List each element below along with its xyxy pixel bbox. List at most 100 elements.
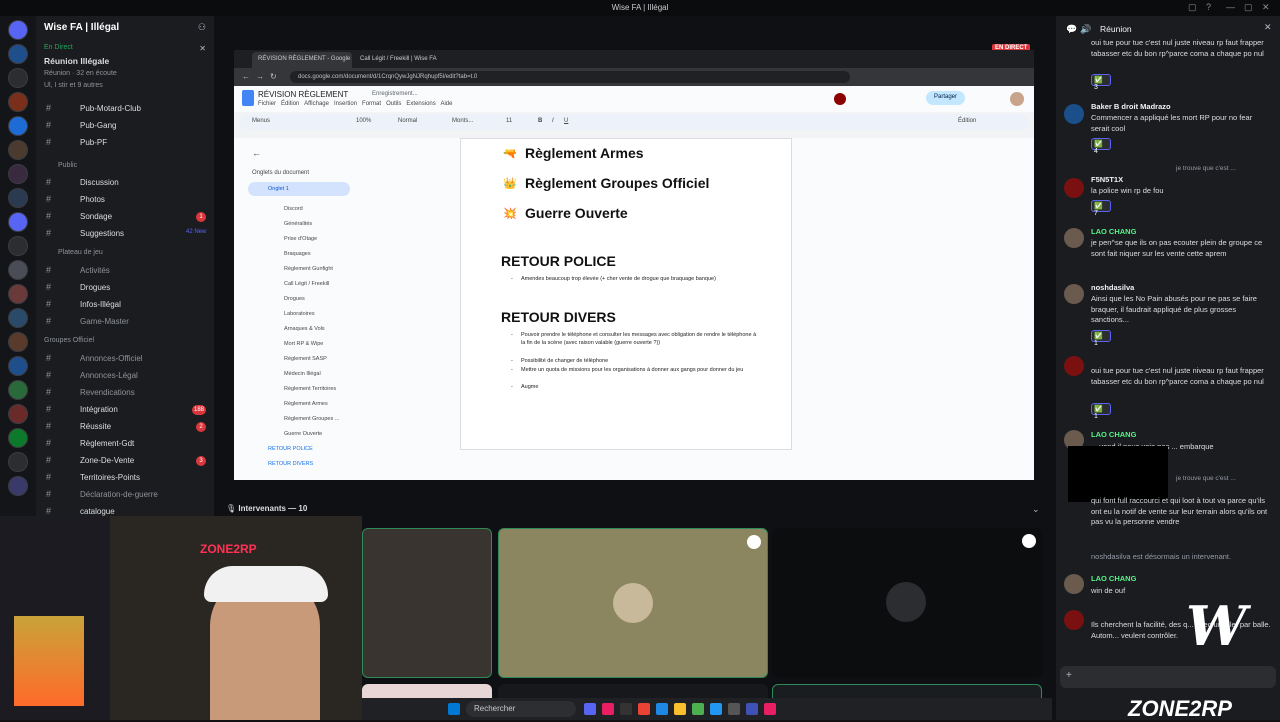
category-public[interactable]: Public [58, 162, 77, 169]
channel-item[interactable]: Déclaration-de-guerre [80, 490, 158, 499]
server-icon[interactable] [8, 236, 28, 256]
channel-item[interactable]: Réussite [80, 422, 111, 431]
channel-suggestions[interactable]: Suggestions [80, 229, 124, 238]
outline-item[interactable]: Règlement Gunfight [284, 266, 333, 272]
bold-icon[interactable]: B [538, 118, 542, 124]
add-user-icon[interactable]: ⚇ [198, 22, 206, 33]
server-icon[interactable] [8, 356, 28, 376]
close-button[interactable]: ✕ [1262, 2, 1270, 13]
browser-tab[interactable]: Call Légit / Freekill | Wise FA [354, 52, 454, 68]
server-icon[interactable] [8, 428, 28, 448]
channel-item[interactable]: Activités [80, 266, 110, 275]
forward-icon[interactable]: → [256, 72, 264, 81]
menu-tools[interactable]: Outils [386, 101, 401, 107]
server-icon[interactable] [8, 140, 28, 160]
channel-item[interactable]: Revendications [80, 388, 135, 397]
back-arrow-icon[interactable]: ← [252, 148, 261, 158]
server-icon[interactable] [8, 44, 28, 64]
font-size-field[interactable]: 11 [506, 118, 512, 124]
avatar[interactable] [1064, 228, 1084, 248]
chat-input[interactable]: + [1060, 666, 1276, 688]
outline-item[interactable]: Braquages [284, 251, 311, 257]
reply-preview[interactable]: je trouve que c'est ... [1176, 164, 1272, 175]
discord-home-icon[interactable] [8, 20, 28, 40]
chevron-down-icon[interactable]: ⌄ [1032, 504, 1040, 515]
explorer-icon[interactable] [674, 703, 686, 715]
close-icon[interactable]: ✕ [199, 44, 206, 53]
taskbar-search[interactable]: Rechercher [466, 701, 576, 717]
outline-item[interactable]: Médecin Illégal [284, 371, 321, 377]
back-icon[interactable]: ← [242, 72, 250, 81]
browser-tab[interactable]: RÉVISION RÈGLEMENT - Google Docs [252, 52, 352, 68]
minimize-button[interactable]: — [1226, 2, 1235, 12]
app-icon[interactable] [728, 703, 740, 715]
menu-insert[interactable]: Insertion [334, 101, 357, 107]
help-icon[interactable]: ? [1206, 2, 1211, 12]
server-icon[interactable] [8, 308, 28, 328]
font-select[interactable]: Monts... [452, 118, 473, 124]
channel-item[interactable]: Pub-PF [80, 138, 107, 147]
server-icon[interactable] [8, 332, 28, 352]
channel-item[interactable]: Pub-Gang [80, 121, 116, 130]
reaction[interactable]: ✅ 1 [1091, 403, 1111, 420]
avatar[interactable] [1010, 92, 1024, 106]
menu-view[interactable]: Affichage [304, 101, 329, 107]
menu-file[interactable]: Fichier [258, 101, 276, 107]
reaction[interactable]: ✅ 3 [1091, 74, 1111, 91]
outline-item[interactable]: Règlement Territoires [284, 386, 336, 392]
server-icon[interactable] [8, 380, 28, 400]
maximize-button[interactable]: ▢ [1244, 2, 1253, 13]
menus-search[interactable]: Menus [252, 118, 270, 124]
server-icon[interactable] [8, 212, 28, 232]
server-icon[interactable] [8, 284, 28, 304]
server-icon[interactable] [8, 260, 28, 280]
tab-onglet-1[interactable]: Onglet 1 [248, 182, 350, 196]
outline-item[interactable]: Prise d'Otage [284, 236, 317, 242]
username[interactable]: Baker B droit Madrazo [1091, 102, 1171, 111]
category-plateau[interactable]: Plateau de jeu [58, 249, 103, 256]
outline-item[interactable]: Laboratoires [284, 311, 315, 317]
username[interactable]: LAO CHANG [1091, 430, 1136, 439]
participant-tile[interactable] [362, 528, 492, 678]
inbox-icon[interactable]: ▢ [1188, 2, 1197, 13]
doc-page[interactable]: 🔫 Règlement Armes 👑 Règlement Groupes Of… [460, 138, 792, 450]
windows-start-icon[interactable] [448, 703, 460, 715]
reply-preview[interactable]: je trouve que c'est ... [1176, 474, 1272, 485]
channel-item[interactable]: Game-Master [80, 317, 129, 326]
outline-item[interactable]: Guerre Ouverte [284, 431, 322, 437]
channel-item[interactable]: Intégration [80, 405, 118, 414]
menu-format[interactable]: Format [362, 101, 381, 107]
channel-item[interactable]: Drogues [80, 283, 110, 292]
channel-item[interactable]: Infos-Illégal [80, 300, 121, 309]
server-icon[interactable] [8, 404, 28, 424]
channel-item[interactable]: Annonces-Officiel [80, 354, 143, 363]
doc-title[interactable]: RÉVISION RÈGLEMENT [258, 90, 348, 99]
outline-item[interactable]: Discord [284, 206, 303, 212]
share-button[interactable]: Partager [926, 91, 966, 105]
avatar[interactable] [1064, 574, 1084, 594]
reaction[interactable]: ✅ 4 [1091, 138, 1111, 155]
username[interactable]: noshdasilva [1091, 283, 1134, 292]
menu-edit[interactable]: Édition [281, 101, 299, 107]
server-icon[interactable] [8, 68, 28, 88]
settings-icon[interactable] [747, 535, 761, 549]
outline-heading[interactable]: RETOUR POLICE [268, 446, 313, 452]
server-icon[interactable] [8, 116, 28, 136]
zoom-select[interactable]: 100% [356, 118, 371, 124]
outline-item[interactable]: Généralités [284, 221, 312, 227]
category-groupes[interactable]: Groupes Officiel [44, 337, 94, 344]
discord-icon[interactable] [584, 703, 596, 715]
server-icon[interactable] [8, 92, 28, 112]
style-select[interactable]: Normal [398, 118, 417, 124]
screen-share[interactable]: RÉVISION RÈGLEMENT - Google Docs Call Lé… [234, 50, 1034, 480]
chrome-icon[interactable] [638, 703, 650, 715]
channel-item[interactable]: Zone-De-Vente [80, 456, 134, 465]
channel-item[interactable]: catalogue [80, 507, 115, 516]
avatar[interactable] [1064, 178, 1084, 198]
server-icon[interactable] [8, 452, 28, 472]
channel-item[interactable]: Règlement-Gdt [80, 439, 134, 448]
tiktok-live-icon[interactable] [764, 703, 776, 715]
settings-icon[interactable] [1022, 534, 1036, 548]
reaction[interactable]: ✅ 1 [1091, 330, 1111, 347]
record-icon[interactable] [834, 93, 846, 105]
